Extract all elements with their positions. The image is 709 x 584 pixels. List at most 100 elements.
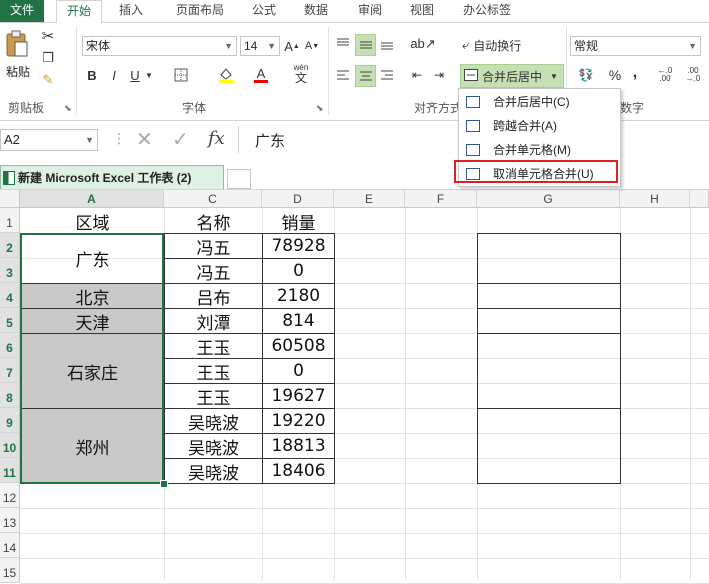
fill-handle[interactable]: [160, 480, 168, 488]
row-header[interactable]: 9: [0, 408, 20, 433]
row-header[interactable]: 1: [0, 208, 20, 233]
grow-font-icon[interactable]: A ▲: [283, 36, 301, 56]
column-header[interactable]: A: [20, 190, 164, 208]
name-cell[interactable]: 王玉: [164, 383, 263, 409]
tab-view[interactable]: 视图: [402, 0, 442, 22]
wrap-text-button[interactable]: ⤶ 自动换行: [462, 35, 542, 55]
tab-review[interactable]: 审阅: [350, 0, 390, 22]
align-left-icon[interactable]: [334, 66, 352, 84]
column-header[interactable]: H: [620, 190, 690, 208]
column-header[interactable]: D: [262, 190, 334, 208]
tab-file[interactable]: 文件: [0, 0, 44, 22]
sales-cell[interactable]: 0: [262, 358, 335, 384]
paste-button[interactable]: [4, 29, 30, 59]
tab-page-layout[interactable]: 页面布局: [164, 0, 236, 22]
accounting-format-icon[interactable]: 💱: [572, 65, 600, 85]
tab-insert[interactable]: 插入: [108, 0, 154, 22]
fill-color-icon[interactable]: [215, 65, 237, 85]
percent-button[interactable]: %: [606, 65, 624, 85]
row-header[interactable]: 8: [0, 383, 20, 408]
empty-merged-cell[interactable]: [477, 308, 621, 334]
menu-item-merge-cells[interactable]: 合并单元格(M): [459, 138, 620, 161]
align-right-icon[interactable]: [378, 66, 396, 84]
borders-icon[interactable]: [170, 65, 192, 85]
spreadsheet-grid[interactable]: ACDEFGH 1 2 3 4 5 6 7 8 9 10 11 12 13 14 15 区域 名称 销量 广东 北京…: [0, 190, 709, 584]
name-cell[interactable]: 冯五: [164, 233, 263, 259]
align-middle-icon[interactable]: [355, 34, 376, 56]
increase-indent-icon[interactable]: ⇥: [430, 66, 448, 84]
name-cell[interactable]: 吴晓波: [164, 433, 263, 459]
number-format-select[interactable]: 常规 ▼: [570, 36, 701, 56]
font-size-select[interactable]: 14 ▼: [240, 36, 280, 56]
row-header[interactable]: 14: [0, 533, 20, 558]
orientation-icon[interactable]: ab↗: [410, 35, 436, 53]
font-color-icon[interactable]: A: [250, 65, 272, 85]
row-header[interactable]: 7: [0, 358, 20, 383]
clipboard-launcher-icon[interactable]: ⬊: [64, 103, 72, 114]
sales-cell[interactable]: 60508: [262, 333, 335, 359]
header-cell-region[interactable]: 区域: [20, 208, 165, 234]
sales-cell[interactable]: 19627: [262, 383, 335, 409]
name-cell[interactable]: 王玉: [164, 358, 263, 384]
sales-cell[interactable]: 2180: [262, 283, 335, 309]
sales-cell[interactable]: 19220: [262, 408, 335, 434]
insert-function-button[interactable]: fx: [208, 128, 225, 149]
tab-home[interactable]: 开始: [56, 0, 102, 24]
workbook-tab[interactable]: 新建 Microsoft Excel 工作表 (2): [0, 165, 224, 189]
row-header[interactable]: 13: [0, 508, 20, 533]
cancel-entry-icon[interactable]: ✕: [136, 127, 153, 152]
decrease-decimal-icon[interactable]: .00 →.0: [682, 65, 704, 85]
row-header[interactable]: 4: [0, 283, 20, 308]
tab-office-tab[interactable]: 办公标签: [454, 0, 520, 22]
name-cell[interactable]: 王玉: [164, 333, 263, 359]
tab-formulas[interactable]: 公式: [244, 0, 284, 22]
name-box[interactable]: A2 ▼: [0, 129, 98, 151]
header-cell-name[interactable]: 名称: [164, 208, 263, 234]
name-cell[interactable]: 刘潭: [164, 308, 263, 334]
row-header[interactable]: 3: [0, 258, 20, 283]
confirm-entry-icon[interactable]: ✓: [172, 127, 189, 152]
row-header[interactable]: 10: [0, 433, 20, 458]
row-header[interactable]: 11: [0, 458, 20, 483]
menu-item-merge-across[interactable]: 跨越合并(A): [459, 114, 620, 137]
tab-data[interactable]: 数据: [296, 0, 336, 22]
name-cell[interactable]: 吴晓波: [164, 408, 263, 434]
row-header[interactable]: 12: [0, 483, 20, 508]
menu-item-merge-center[interactable]: 合并后居中(C): [459, 90, 620, 113]
column-header[interactable]: E: [334, 190, 405, 208]
align-center-icon[interactable]: [355, 65, 376, 87]
sales-cell[interactable]: 0: [262, 258, 335, 284]
bold-button[interactable]: B: [84, 65, 100, 85]
name-cell[interactable]: 冯五: [164, 258, 263, 284]
row-header[interactable]: 6: [0, 333, 20, 358]
increase-decimal-icon[interactable]: ←.0.00: [654, 65, 676, 85]
row-header[interactable]: 5: [0, 308, 20, 333]
italic-button[interactable]: I: [106, 65, 122, 85]
copy-icon[interactable]: ❐: [38, 49, 58, 67]
empty-merged-cell[interactable]: [477, 233, 621, 284]
column-header[interactable]: C: [164, 190, 262, 208]
cut-icon[interactable]: ✂: [38, 27, 58, 45]
column-header[interactable]: G: [477, 190, 620, 208]
sales-cell[interactable]: 18406: [262, 458, 335, 484]
sales-cell[interactable]: 18813: [262, 433, 335, 459]
column-header[interactable]: F: [405, 190, 477, 208]
name-cell[interactable]: 吕布: [164, 283, 263, 309]
row-header[interactable]: 2: [0, 233, 20, 258]
comma-style-button[interactable]: ,: [628, 63, 642, 83]
name-cell[interactable]: 吴晓波: [164, 458, 263, 484]
font-name-select[interactable]: 宋体 ▼: [82, 36, 237, 56]
sales-cell[interactable]: 814: [262, 308, 335, 334]
phonetic-guide-icon[interactable]: wén 文: [290, 63, 312, 85]
sales-cell[interactable]: 78928: [262, 233, 335, 259]
chevron-down-icon[interactable]: ▼: [144, 65, 154, 85]
format-painter-icon[interactable]: ✎: [38, 71, 58, 89]
header-cell-sales[interactable]: 销量: [262, 208, 335, 234]
empty-merged-cell[interactable]: [477, 283, 621, 309]
row-header[interactable]: 15: [0, 558, 20, 583]
align-bottom-icon[interactable]: [378, 35, 396, 53]
new-tab-button[interactable]: [227, 169, 251, 189]
align-top-icon[interactable]: [334, 35, 352, 53]
font-launcher-icon[interactable]: ⬊: [316, 103, 324, 114]
select-all-corner[interactable]: [0, 190, 20, 208]
